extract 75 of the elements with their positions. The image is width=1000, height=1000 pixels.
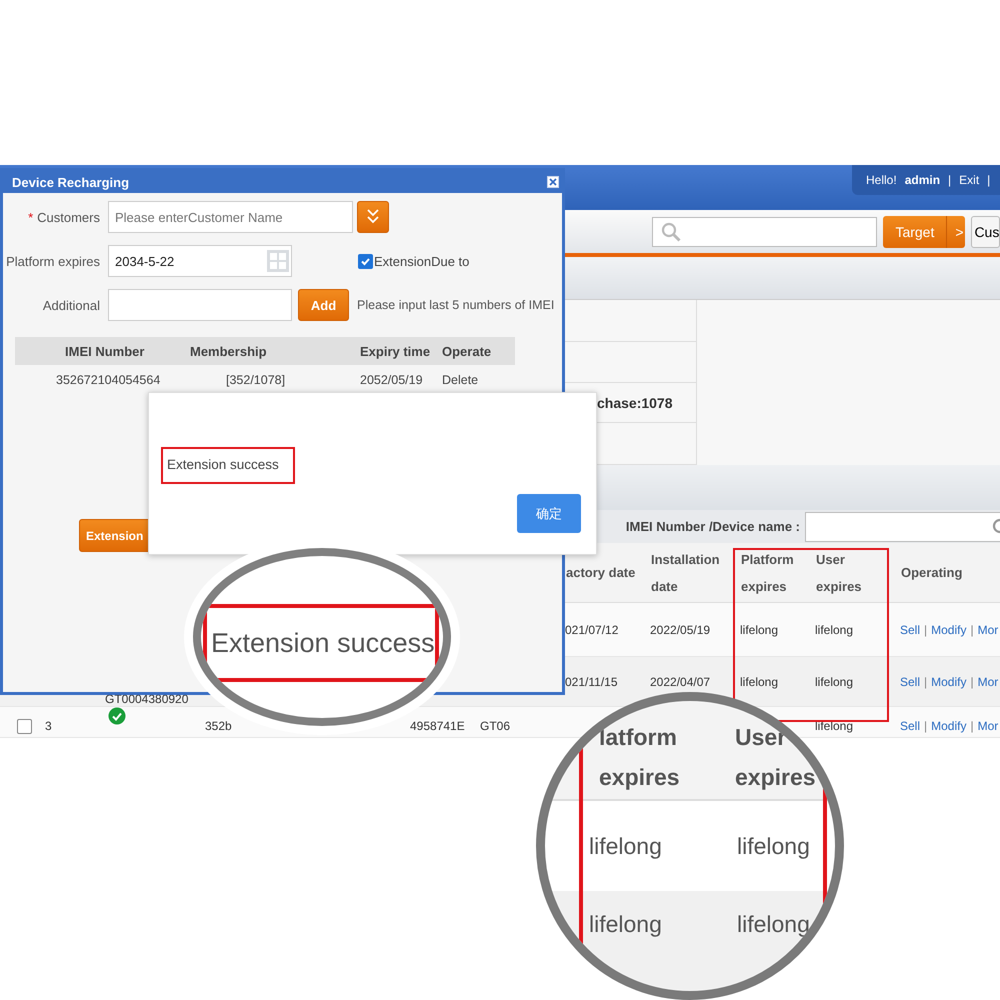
magnified-header: User expires	[735, 724, 816, 792]
search-icon	[661, 222, 681, 242]
column-header: Expiry time	[360, 337, 442, 365]
alert-message: Extension success	[161, 447, 295, 484]
table-cell-text: lifelong	[739, 622, 780, 639]
table-cell-text: lifelong	[739, 674, 780, 691]
toolbar-button[interactable]: Cus	[971, 216, 1000, 248]
filter-label: IMEI Number /Device name :	[626, 519, 800, 534]
action-link[interactable]: Modify	[931, 719, 966, 734]
link-separator: |	[970, 622, 974, 637]
table-cell-text: 3	[44, 718, 53, 734]
table-cell-text: 2022/05/19	[649, 622, 712, 639]
column-header: User expires	[815, 550, 863, 596]
search-field[interactable]	[652, 216, 878, 246]
table-cell-text: lifelong	[814, 622, 854, 639]
table-cell-text: GT0004380920	[104, 691, 190, 706]
date-field[interactable]: 2034-5-22	[108, 245, 292, 277]
table-cell-text: 4958741E	[409, 718, 466, 734]
table-cell-text: lifelong	[814, 674, 854, 691]
additional-field[interactable]	[108, 289, 292, 321]
expand-button[interactable]	[357, 201, 389, 233]
magnified-header: latform expires	[599, 723, 680, 792]
table-cell-text: 2022/04/07	[649, 674, 712, 691]
action-link[interactable]: Mor	[978, 674, 998, 689]
magnified-cell-text: lifelong	[588, 832, 663, 861]
filter-field[interactable]	[805, 512, 1000, 542]
action-link[interactable]: Mor	[978, 719, 998, 734]
link-separator: |	[970, 674, 974, 689]
search-icon	[990, 518, 1000, 536]
double-chevron-icon	[366, 206, 380, 224]
column-header: Operate	[442, 337, 515, 365]
close-icon[interactable]	[547, 176, 559, 188]
link-separator: |	[924, 719, 928, 734]
link-separator: |	[924, 622, 928, 637]
table-cell-text: lifelong	[814, 718, 854, 734]
column-header: actory date	[565, 564, 636, 582]
platform-label: Platform expires	[5, 254, 100, 268]
column-header: Platform expires	[740, 550, 795, 596]
dialog-title: Device Recharging	[12, 174, 130, 190]
separator: |	[948, 173, 952, 187]
hint-text: Please input last 5 numbers of IMEI	[357, 298, 554, 312]
table-cell-text: 021/11/15	[564, 674, 618, 691]
action-link[interactable]: Sell	[900, 719, 920, 734]
action-link[interactable]: Modify	[931, 674, 966, 689]
action-link[interactable]: Sell	[900, 674, 920, 689]
checkbox-label: ExtensionDue to	[374, 254, 470, 268]
extension-checkbox[interactable]	[358, 254, 373, 268]
table-cell-text: GT06	[479, 718, 512, 734]
target-button[interactable]: Target >	[883, 216, 966, 248]
separator: |	[987, 173, 990, 187]
action-link[interactable]: Sell	[900, 622, 920, 637]
row-checkbox[interactable]	[17, 719, 32, 734]
link-separator: |	[924, 674, 928, 689]
magnified-cell-text: lifelong	[736, 832, 811, 861]
add-button[interactable]: Add	[298, 289, 349, 321]
customers-label: * Customers	[27, 210, 100, 224]
action-link[interactable]: Modify	[931, 622, 966, 637]
table-cell-text: 352b	[204, 718, 233, 734]
column-header: Operating	[900, 564, 964, 582]
column-header: Installation date	[650, 550, 721, 596]
table-cell-text: 021/07/12	[564, 622, 620, 639]
user-name: admin	[904, 173, 940, 187]
action-link[interactable]: Mor	[978, 622, 998, 637]
column-header: IMEI Number	[15, 337, 190, 365]
link-separator: |	[970, 719, 974, 734]
magnified-cell-text: lifelong	[588, 910, 663, 939]
greeting: Hello!	[866, 173, 897, 187]
checkmark-icon	[360, 256, 371, 266]
customer-field[interactable]: Please enterCustomer Name	[108, 201, 353, 233]
additional-label: Additional	[42, 298, 100, 312]
exit-link[interactable]: Exit	[959, 173, 980, 187]
magnified-message: Extension success	[203, 604, 439, 682]
ok-button[interactable]: 确定	[517, 494, 581, 533]
column-header: Membership	[190, 337, 360, 365]
magnified-cell-text: lifelong	[736, 910, 811, 939]
